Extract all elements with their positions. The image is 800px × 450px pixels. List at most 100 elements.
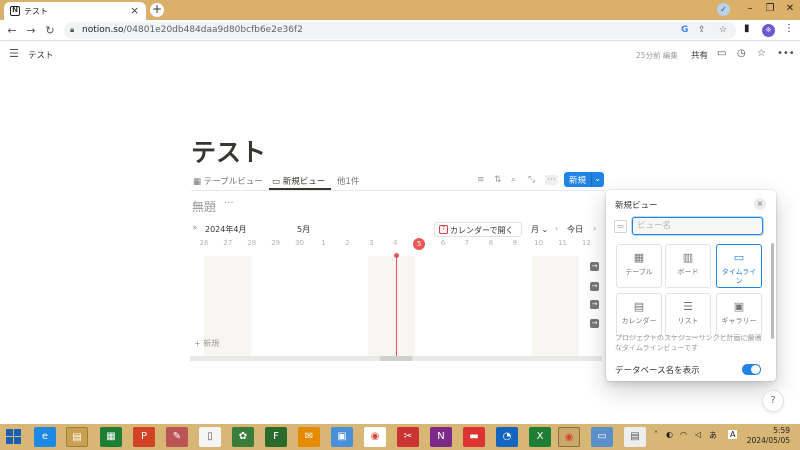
minimize-icon[interactable]: – <box>740 0 760 20</box>
sort-icon[interactable]: ⇅ <box>494 175 502 185</box>
help-button[interactable]: ? <box>763 391 783 411</box>
remote-desktop-icon[interactable]: ▭ <box>591 427 613 447</box>
file-explorer-icon[interactable]: ▤ <box>66 427 88 447</box>
timeline-date: 28 <box>247 239 257 247</box>
breadcrumb[interactable]: テスト <box>28 49 54 61</box>
favorite-star-icon[interactable]: ☆ <box>757 48 766 59</box>
share-page-icon[interactable]: ⇪ <box>698 25 706 35</box>
show-db-name-toggle[interactable] <box>742 364 761 375</box>
scale-select[interactable]: 月 ⌄ <box>531 224 548 235</box>
ftp-icon[interactable]: F <box>265 427 287 447</box>
document-icon[interactable]: ▯ <box>199 427 221 447</box>
popup-scrollbar[interactable] <box>771 243 774 339</box>
view-option-table[interactable]: ▦ テーブル <box>616 244 662 288</box>
spreadsheet-app-icon[interactable]: ▦ <box>100 427 122 447</box>
view-option-board[interactable]: ▥ ボード <box>665 244 711 288</box>
clock-date: 2024/05/05 <box>746 436 790 445</box>
page-title[interactable]: テスト <box>191 133 266 169</box>
view-option-gallery[interactable]: ▣ ギャラリー <box>716 293 762 337</box>
photo-app-icon[interactable]: ▣ <box>331 427 353 447</box>
row-arrow-icon[interactable]: → <box>590 262 599 271</box>
more-options-icon[interactable]: ••• <box>777 48 795 59</box>
chrome-icon[interactable]: ◉ <box>364 427 386 447</box>
add-new-row-button[interactable]: + 新規 <box>194 338 219 349</box>
updates-clock-icon[interactable]: ◷ <box>737 48 746 59</box>
open-in-calendar-button[interactable]: 7 カレンダーで開く <box>434 222 522 237</box>
reload-icon[interactable]: ↻ <box>43 24 57 37</box>
mail-icon[interactable]: ✉ <box>298 427 320 447</box>
browser-tab[interactable]: N テスト × <box>4 2 146 20</box>
tab-new-view[interactable]: ▭ 新規ビュー <box>272 175 325 187</box>
game-icon[interactable]: ✿ <box>232 427 254 447</box>
taskbar-clock[interactable]: 5:59 2024/05/05 <box>746 426 790 446</box>
double-chevron-icon[interactable]: » <box>192 223 198 233</box>
close-icon[interactable]: × <box>754 198 766 210</box>
ime-a-icon[interactable]: A <box>728 430 738 439</box>
database-title[interactable]: 無題 <box>192 198 216 215</box>
view-option-calendar[interactable]: ▤ カレンダー <box>616 293 662 337</box>
next-chevron-icon[interactable]: › <box>593 224 596 233</box>
timeline-scrollbar[interactable] <box>190 356 602 361</box>
windows-start-icon[interactable] <box>6 429 22 445</box>
database-more-icon[interactable]: ··· <box>224 198 234 209</box>
ime-mode[interactable]: あ <box>709 430 717 441</box>
profile-avatar[interactable]: ※ <box>762 24 775 37</box>
address-bar[interactable]: 🔒︎ notion.so/04801e20db484daa9d80bcfb6e2… <box>64 22 736 39</box>
new-entry-button[interactable]: 新規 ⌄ <box>564 172 604 187</box>
chrome-menu-icon[interactable]: ⋮ <box>784 23 794 34</box>
new-tab-button[interactable]: + <box>150 3 164 17</box>
chevron-down-icon[interactable]: ⌄ <box>594 174 601 184</box>
notepad-icon[interactable]: ▤ <box>624 427 646 447</box>
tab-more-views[interactable]: 他1件 <box>337 175 359 187</box>
timeline-grid[interactable]: + 新規 <box>190 253 602 357</box>
month-label-may: 5月 <box>297 225 311 234</box>
search-icon[interactable]: ⌕ <box>511 175 516 185</box>
row-arrow-icon[interactable]: → <box>590 319 599 328</box>
view-options-icon[interactable]: ··· <box>545 175 558 185</box>
today-button[interactable]: 今日 <box>567 224 583 235</box>
view-icon-picker[interactable]: ▭ <box>614 220 627 233</box>
side-panel-icon[interactable]: ▮ <box>744 23 750 34</box>
app-icon[interactable]: ✎ <box>166 427 188 447</box>
volume-icon[interactable]: ◁ <box>695 430 701 439</box>
expand-icon[interactable]: ⤡ <box>528 175 535 185</box>
tab-close-icon[interactable]: × <box>130 4 139 17</box>
weekend-column <box>368 256 415 357</box>
edge-icon[interactable]: ◔ <box>496 427 518 447</box>
presentation-app-icon[interactable]: P <box>133 427 155 447</box>
row-arrow-icon[interactable]: → <box>590 282 599 291</box>
view-option-label: カレンダー <box>621 317 657 325</box>
onenote-icon[interactable]: N <box>430 427 452 447</box>
timeline-icon: ▭ <box>272 177 283 187</box>
prev-chevron-icon[interactable]: ‹ <box>555 224 558 233</box>
internet-explorer-icon[interactable]: e <box>34 427 56 447</box>
tab-search-button[interactable]: ✓ <box>717 3 730 16</box>
filter-icon[interactable]: ≡ <box>477 175 485 185</box>
excel-icon[interactable]: X <box>529 427 551 447</box>
bookmark-star-icon[interactable]: ☆ <box>719 25 727 35</box>
view-name-input[interactable] <box>632 217 763 235</box>
forward-icon[interactable]: → <box>24 24 38 37</box>
back-icon[interactable]: ← <box>5 24 19 37</box>
view-option-label: ボード <box>677 268 699 276</box>
timeline-date: 8 <box>488 239 494 247</box>
share-button[interactable]: 共有 <box>691 49 708 61</box>
timeline-date: 30 <box>295 239 305 247</box>
stop-icon[interactable]: ▬ <box>463 427 485 447</box>
wifi-icon[interactable]: ◠ <box>680 430 687 439</box>
scrollbar-thumb[interactable] <box>380 356 412 361</box>
google-translate-icon[interactable]: G <box>681 25 688 35</box>
chrome-active-icon[interactable]: ◉ <box>558 427 580 447</box>
tool-icon[interactable]: ✂ <box>397 427 419 447</box>
row-arrow-icon[interactable]: → <box>590 300 599 309</box>
sidebar-menu-icon[interactable]: ☰ <box>9 47 19 60</box>
comments-icon[interactable]: ▭ <box>717 48 726 59</box>
view-option-list[interactable]: ☰ リスト <box>665 293 711 337</box>
network-icon[interactable]: ◐ <box>666 430 673 439</box>
restore-icon[interactable]: ❐ <box>760 0 780 20</box>
tray-overflow-icon[interactable]: ˄ <box>654 430 658 439</box>
view-option-timeline[interactable]: ▭ タイムライン <box>716 244 762 288</box>
tab-table-view[interactable]: ▦ テーブルビュー <box>193 175 263 187</box>
close-window-icon[interactable]: ✕ <box>780 0 800 20</box>
timeline-date: 9 <box>512 239 517 247</box>
